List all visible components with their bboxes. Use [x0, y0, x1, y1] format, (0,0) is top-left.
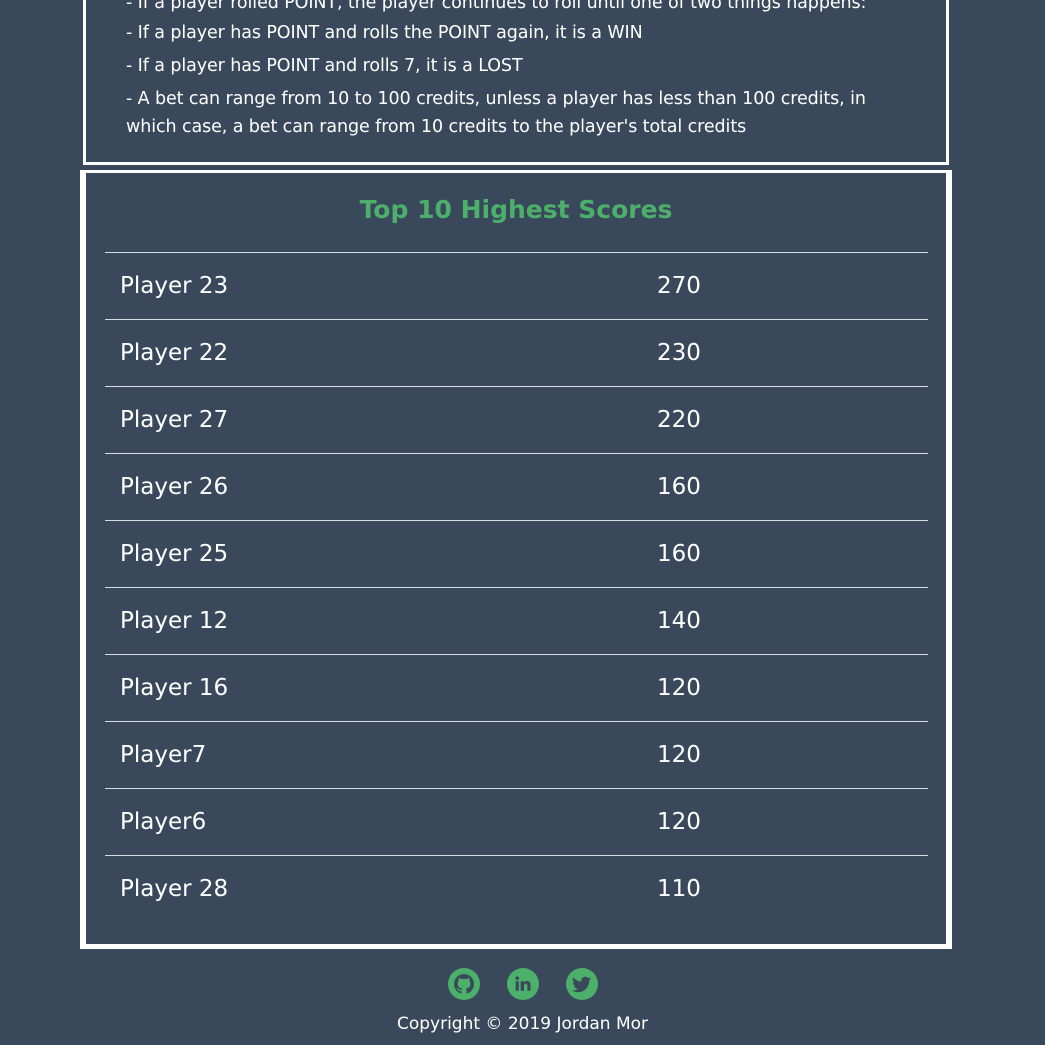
player-score: 140 — [657, 608, 701, 634]
player-name: Player 27 — [120, 407, 229, 433]
player-name: Player6 — [120, 809, 207, 835]
table-row: Player 25 160 — [105, 520, 928, 587]
rules-panel: - If a player rolled POINT, the player c… — [83, 0, 949, 165]
linkedin-icon — [514, 975, 532, 993]
github-link[interactable] — [447, 968, 480, 1000]
table-row: Player 22 230 — [105, 319, 928, 386]
high-scores-table: Player 23 270 Player 22 230 Player 27 22… — [105, 252, 928, 922]
twitter-link[interactable] — [565, 968, 598, 1000]
player-name: Player 28 — [120, 876, 229, 902]
table-row: Player 23 270 — [105, 252, 928, 319]
player-name: Player 25 — [120, 541, 229, 567]
player-score: 120 — [657, 675, 701, 701]
copyright-text: Copyright © 2019 Jordan Mor — [396, 1014, 649, 1034]
player-score: 160 — [657, 474, 701, 500]
table-row: Player 28 110 — [105, 855, 928, 922]
table-row: Player7 120 — [105, 721, 928, 788]
rule-text: - If a player rolled POINT, the player c… — [126, 0, 867, 13]
high-scores-title: Top 10 Highest Scores — [359, 195, 673, 224]
rule-text: - A bet can range from 10 to 100 credits… — [126, 89, 866, 137]
player-name: Player 26 — [120, 474, 229, 500]
player-score: 160 — [657, 541, 701, 567]
table-row: Player6 120 — [105, 788, 928, 855]
social-links — [0, 968, 1045, 1000]
player-name: Player 23 — [120, 273, 229, 299]
linkedin-link[interactable] — [506, 968, 539, 1000]
player-name: Player7 — [120, 742, 207, 768]
rule-text: - If a player has POINT and rolls 7, it … — [126, 56, 523, 76]
player-name: Player 22 — [120, 340, 229, 366]
table-row: Player 26 160 — [105, 453, 928, 520]
github-icon — [453, 974, 474, 994]
player-score: 110 — [657, 876, 701, 902]
player-name: Player 16 — [120, 675, 229, 701]
table-row: Player 12 140 — [105, 587, 928, 654]
table-row: Player 16 120 — [105, 654, 928, 721]
twitter-icon — [572, 975, 591, 994]
table-row: Player 27 220 — [105, 386, 928, 453]
high-scores-panel: Top 10 Highest Scores Player 23 270 Play… — [83, 170, 949, 947]
player-score: 230 — [657, 340, 701, 366]
player-score: 220 — [657, 407, 701, 433]
player-score: 120 — [657, 742, 701, 768]
player-score: 270 — [657, 273, 701, 299]
rule-text: - If a player has POINT and rolls the PO… — [126, 23, 643, 43]
player-score: 120 — [657, 809, 701, 835]
player-name: Player 12 — [120, 608, 229, 634]
